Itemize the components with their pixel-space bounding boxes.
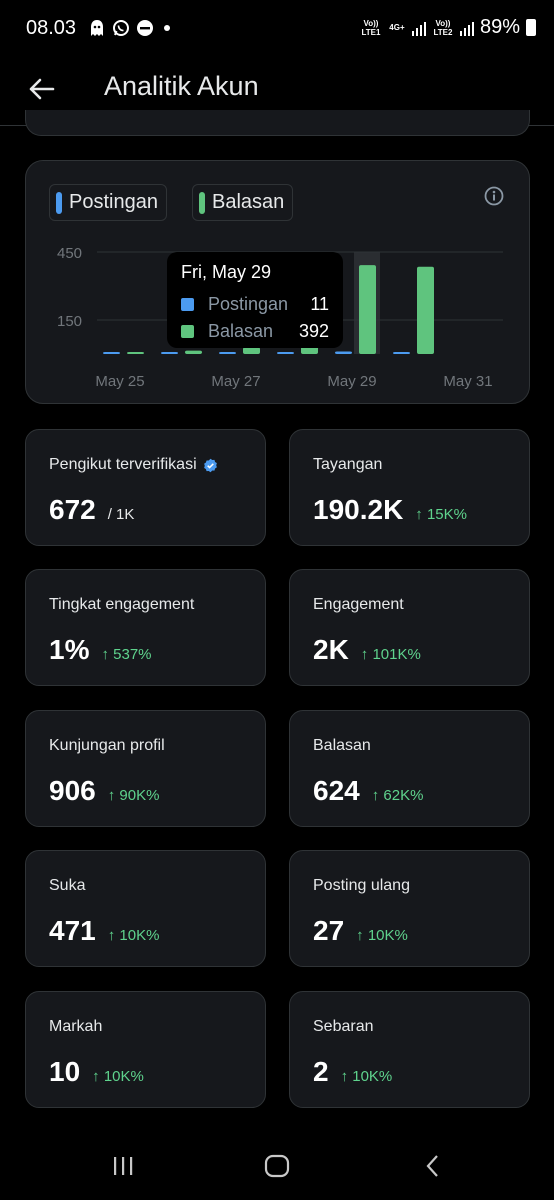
bar-postingan [161, 352, 178, 354]
notification-dot-icon [164, 25, 170, 31]
tooltip-series-value: 11 [310, 294, 329, 314]
metric-value: 2K [313, 634, 349, 665]
y-tick-label: 150 [57, 313, 82, 330]
metric-label: Balasan [313, 737, 371, 754]
sim1-label: Vo)) LTE1 [361, 18, 381, 37]
x-tick-label: May 31 [443, 373, 492, 390]
signal-1-icon [411, 20, 426, 36]
metric-label: Pengikut terverifikasi [49, 456, 197, 473]
metric-value: 10 [49, 1056, 81, 1087]
x-tick-label: May 27 [211, 373, 260, 390]
metric-card-verified-followers[interactable]: Pengikut terverifikasi 672 / 1K [25, 429, 266, 546]
metric-label: Kunjungan profil [49, 737, 165, 754]
bar-balasan [127, 352, 144, 354]
metric-card-shares[interactable]: Sebaran 2 ↑ 10K% [289, 991, 530, 1108]
home-button[interactable] [257, 1148, 297, 1184]
tooltip-series-value: 392 [298, 321, 329, 341]
tooltip-title: Fri, May 29 [181, 262, 272, 282]
metric-card-profile-visits[interactable]: Kunjungan profil 906 ↑ 90K% [25, 710, 266, 827]
bar-postingan [335, 351, 352, 354]
ghost-icon [88, 19, 106, 37]
metric-change: ↑ 15K% [415, 506, 467, 523]
system-nav-bar [0, 1134, 554, 1200]
home-icon [264, 1154, 290, 1178]
metric-card-reposts[interactable]: Posting ulang 27 ↑ 10K% [289, 850, 530, 967]
activity-chart-card: Postingan Balasan 450 150 May 25 May 27 May … [25, 160, 530, 404]
y-tick-label: 450 [57, 245, 82, 262]
whatsapp-icon [112, 19, 130, 37]
metric-change: ↑ 10K% [340, 1068, 393, 1085]
bar-balasan [243, 347, 260, 354]
metric-label: Engagement [313, 596, 404, 613]
tooltip-series-name: Postingan [208, 294, 289, 314]
metric-value: 471 [49, 915, 96, 946]
metric-label: Tayangan [313, 456, 383, 473]
bar-postingan [277, 352, 294, 354]
metric-card-likes[interactable]: Suka 471 ↑ 10K% [25, 850, 266, 967]
tooltip-series-name: Balasan [208, 321, 274, 341]
recent-apps-button[interactable] [103, 1148, 143, 1184]
battery-icon [526, 19, 536, 36]
back-button[interactable] [24, 72, 58, 106]
metric-value: 906 [49, 775, 96, 806]
arrow-left-icon [29, 78, 55, 100]
bar-balasan [359, 265, 376, 354]
bar-balasan [417, 266, 434, 354]
sim2-label: Vo)) LTE2 [433, 18, 453, 37]
x-tick-label: May 25 [95, 373, 144, 390]
verified-badge-icon [203, 458, 217, 472]
system-back-button[interactable] [413, 1148, 453, 1184]
metric-change: ↑ 10K% [107, 927, 160, 944]
metric-card-impressions[interactable]: Tayangan 190.2K ↑ 15K% [289, 429, 530, 546]
x-tick-label: May 29 [327, 373, 376, 390]
metric-card-engagement[interactable]: Engagement 2K ↑ 101K% [289, 569, 530, 686]
network-type: 4G+ [389, 23, 405, 32]
chevron-left-icon [426, 1155, 438, 1177]
previous-card-edge [25, 110, 530, 136]
metric-label: Posting ulang [313, 877, 410, 894]
status-time: 08.03 [26, 17, 77, 39]
metric-change: ↑ 537% [101, 646, 152, 663]
metric-change: ↑ 62K% [371, 787, 424, 804]
bar-postingan [393, 352, 410, 354]
chart-tooltip: Fri, May 29 Postingan 11 Balasan 392 [167, 252, 343, 348]
metric-value: 27 [313, 915, 345, 946]
metric-value: 672 [49, 494, 96, 525]
metric-change: ↑ 10K% [92, 1068, 144, 1085]
tooltip-row-postingan: Postingan 11 [181, 291, 329, 318]
status-bar: 08.03 Vo)) LTE1 4G+ Vo)) LTE2 89% [0, 0, 554, 56]
metric-label: Markah [49, 1018, 103, 1035]
metric-value: 2 [313, 1056, 329, 1087]
tooltip-swatch [181, 298, 194, 311]
tooltip-swatch [181, 325, 194, 338]
metric-value: 190.2K [313, 494, 404, 525]
tooltip-row-balasan: Balasan 392 [181, 318, 329, 345]
metric-label: Suka [49, 877, 86, 894]
metric-sub: / 1K [107, 506, 135, 523]
bar-postingan [103, 352, 120, 354]
metric-label: Sebaran [313, 1018, 374, 1035]
metric-card-bookmarks[interactable]: Markah 10 ↑ 10K% [25, 991, 266, 1108]
metric-card-engagement-rate[interactable]: Tingkat engagement 1% ↑ 537% [25, 569, 266, 686]
metric-label: Tingkat engagement [49, 596, 195, 613]
page-title: Analitik Akun [104, 71, 259, 101]
bar-postingan [219, 352, 236, 354]
metric-change: ↑ 101K% [360, 646, 421, 663]
do-not-disturb-icon [136, 19, 154, 37]
battery-percent: 89% [479, 16, 520, 38]
metric-change: ↑ 90K% [107, 787, 160, 804]
metric-card-replies[interactable]: Balasan 624 ↑ 62K% [289, 710, 530, 827]
recent-apps-icon [114, 1157, 133, 1175]
signal-2-icon [459, 20, 474, 36]
metric-value: 1% [49, 634, 90, 665]
bar-balasan [185, 350, 202, 354]
metric-value: 624 [313, 775, 360, 806]
metric-change: ↑ 10K% [356, 927, 408, 944]
